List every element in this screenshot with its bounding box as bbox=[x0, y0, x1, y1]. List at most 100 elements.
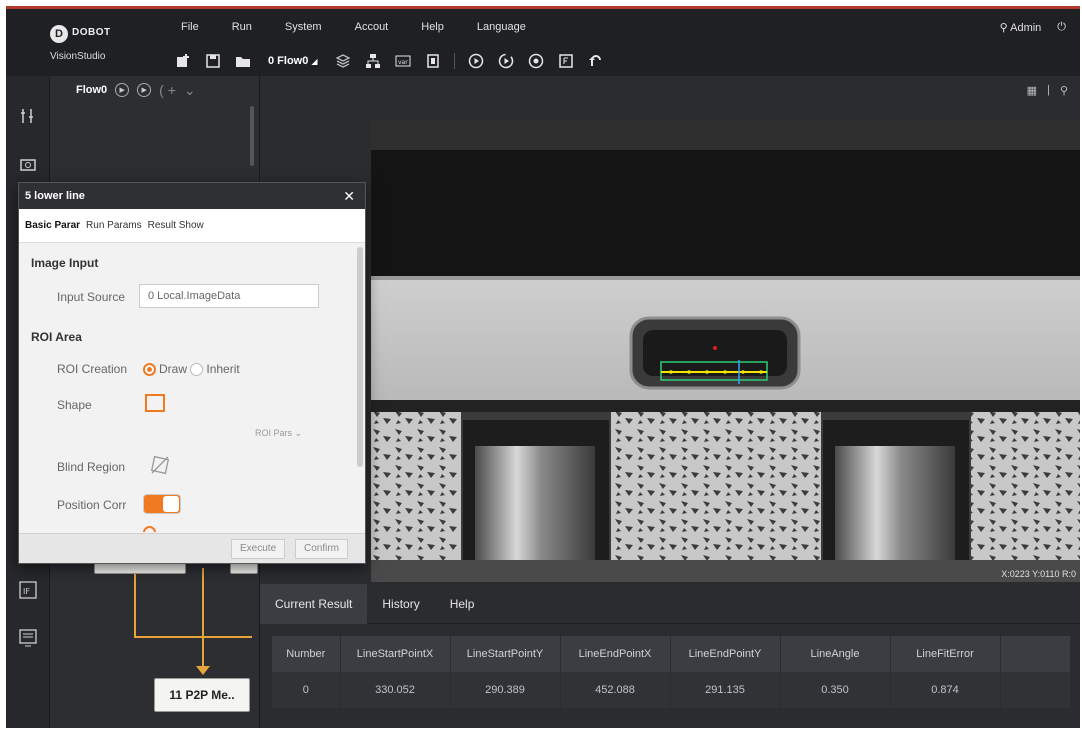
save-icon[interactable] bbox=[204, 53, 222, 69]
roi-inherit-label: Inherit bbox=[206, 362, 240, 376]
menu-file[interactable]: File bbox=[181, 21, 199, 33]
results-table: Number LineStartPointX LineStartPointY L… bbox=[272, 636, 1071, 708]
dialog-title[interactable]: 5 lower line bbox=[19, 183, 365, 209]
image-input-heading: Image Input bbox=[31, 256, 99, 270]
column-header: LineEndPointY bbox=[670, 636, 781, 672]
roi-params-toggle[interactable]: ROI Pars ⌄ bbox=[255, 428, 302, 439]
position-correction-toggle[interactable] bbox=[143, 494, 181, 514]
flow-connector bbox=[134, 636, 204, 638]
brand-name: DOBOT bbox=[72, 27, 111, 38]
blind-region-disabled-icon[interactable] bbox=[149, 454, 171, 476]
table-cell: 291.135 bbox=[670, 672, 781, 708]
variable-icon[interactable]: var bbox=[394, 53, 412, 69]
input-source-field[interactable]: 0 Local.ImageData bbox=[139, 284, 319, 308]
camera-icon[interactable] bbox=[16, 152, 40, 176]
undo-icon[interactable] bbox=[587, 53, 605, 69]
table-header-row: Number LineStartPointX LineStartPointY L… bbox=[272, 636, 1071, 672]
user-name: Admin bbox=[1010, 22, 1042, 34]
layers-icon[interactable] bbox=[334, 53, 352, 69]
column-header: LineStartPointX bbox=[340, 636, 451, 672]
if-module-icon[interactable]: IF bbox=[16, 578, 40, 602]
dialog-scrollbar[interactable] bbox=[357, 247, 363, 467]
flow-select-value: 0 Flow0 bbox=[268, 55, 309, 67]
tab-result-show[interactable]: Result Show bbox=[148, 220, 204, 231]
table-cell: 0 bbox=[272, 672, 341, 708]
open-folder-icon[interactable] bbox=[234, 53, 252, 69]
flow-node-p2p[interactable]: 11 P2P Me.. bbox=[154, 678, 250, 712]
run-flow-icon[interactable]: ▶ bbox=[115, 83, 130, 97]
tab-current-result[interactable]: Current Result bbox=[260, 583, 368, 624]
rectangle-shape-icon[interactable] bbox=[145, 394, 165, 412]
flow-tab-title[interactable]: Flow0 bbox=[76, 84, 107, 96]
tab-help[interactable]: Help bbox=[435, 584, 490, 624]
flow-panel-scrollbar[interactable] bbox=[250, 106, 254, 166]
stop-icon[interactable] bbox=[527, 53, 545, 69]
input-source-label: Input Source bbox=[57, 290, 126, 304]
table-cell: 0.874 bbox=[890, 672, 1001, 708]
zoom-icon[interactable]: ⚲ bbox=[1060, 84, 1068, 97]
device-icon[interactable] bbox=[424, 53, 442, 69]
table-cell: 452.088 bbox=[560, 672, 671, 708]
results-tabs: Current Result History Help bbox=[260, 583, 1080, 624]
roi-inherit-option[interactable]: Inherit bbox=[190, 362, 240, 377]
menu-run[interactable]: Run bbox=[232, 21, 252, 33]
radio-selected-icon[interactable] bbox=[143, 526, 156, 532]
roi-creation-label: ROI Creation bbox=[57, 362, 128, 376]
roi-creation-radio-group: Draw Inherit bbox=[143, 362, 240, 377]
flow-connector bbox=[134, 568, 136, 638]
column-header: LineAngle bbox=[780, 636, 891, 672]
flow-connector bbox=[202, 568, 204, 668]
new-solution-icon[interactable] bbox=[174, 53, 192, 69]
dialog-body: Image Input Input Source 0 Local.ImageDa… bbox=[19, 244, 355, 532]
power-icon[interactable]: ⏻ bbox=[1057, 21, 1066, 34]
menu-language[interactable]: Language bbox=[477, 21, 526, 33]
position-correction-label: Position Corr bbox=[57, 498, 127, 512]
chevron-down-icon: ⌄ bbox=[294, 428, 303, 438]
script-module-icon[interactable] bbox=[16, 626, 40, 650]
top-bar: D DOBOT VisionStudio File Run System Acc… bbox=[6, 6, 1080, 76]
roi-draw-option[interactable]: Draw bbox=[143, 362, 188, 377]
loop-flow-icon[interactable]: ▶ bbox=[137, 83, 152, 97]
table-row[interactable]: 0 330.052 290.389 452.088 291.135 0.350 … bbox=[272, 672, 1071, 708]
viewer-divider: | bbox=[1047, 84, 1050, 96]
svg-text:IF: IF bbox=[23, 587, 30, 596]
flow-connector bbox=[202, 636, 252, 638]
tools-icon[interactable] bbox=[16, 104, 40, 128]
add-flow-icon[interactable]: ( + bbox=[159, 82, 176, 98]
tab-basic-params[interactable]: Basic Parar bbox=[25, 220, 80, 231]
tab-history[interactable]: History bbox=[367, 584, 434, 624]
flow-select-dropdown[interactable]: 0 Flow0 ◢ bbox=[264, 55, 322, 67]
menu-system[interactable]: System bbox=[285, 21, 322, 33]
close-icon[interactable]: ✕ bbox=[343, 183, 355, 209]
svg-text:var: var bbox=[398, 59, 408, 66]
user-icon: ⚲ bbox=[999, 22, 1008, 34]
hierarchy-icon[interactable] bbox=[364, 53, 382, 69]
chevron-down-icon[interactable]: ⌄ bbox=[184, 82, 196, 99]
toolbar: 0 Flow0 ◢ var bbox=[174, 53, 605, 69]
app-logo: D DOBOT VisionStudio bbox=[50, 25, 140, 69]
run-once-icon[interactable] bbox=[467, 53, 485, 69]
roi-area-heading: ROI Area bbox=[31, 330, 82, 344]
menu-account[interactable]: Accout bbox=[355, 21, 389, 33]
user-account-button[interactable]: ⚲ Admin bbox=[1000, 21, 1042, 34]
menu-help[interactable]: Help bbox=[421, 21, 444, 33]
roi-draw-label: Draw bbox=[159, 362, 188, 376]
run-loop-icon[interactable] bbox=[497, 53, 515, 69]
inspection-image[interactable]: X:0223 Y:0110 R:0 bbox=[371, 120, 1080, 582]
vision-studio-window: D DOBOT VisionStudio File Run System Acc… bbox=[6, 6, 1080, 728]
execute-button[interactable]: Execute bbox=[231, 539, 286, 559]
tab-run-params[interactable]: Run Params bbox=[86, 220, 142, 231]
coordinate-readout: X:0223 Y:0110 R:0 bbox=[1001, 569, 1076, 579]
flow-arrow-icon bbox=[196, 666, 210, 675]
table-cell: 330.052 bbox=[340, 672, 451, 708]
user-area: ⚲ Admin ⏻ bbox=[1000, 21, 1066, 34]
fit-view-icon[interactable]: ▦ bbox=[1027, 84, 1037, 97]
image-viewer: ▦ | ⚲ X:0223 Y:0110 R:0 bbox=[260, 76, 1080, 584]
viewer-toolbar: ▦ | ⚲ bbox=[1027, 84, 1080, 97]
confirm-button[interactable]: Confirm bbox=[295, 539, 349, 559]
radio-unselected-icon bbox=[190, 363, 204, 377]
results-panel: Current Result History Help Number LineS… bbox=[260, 583, 1080, 728]
table-cell: 0.350 bbox=[780, 672, 891, 708]
column-header: LineFitError bbox=[890, 636, 1001, 672]
form-icon[interactable] bbox=[557, 53, 575, 69]
